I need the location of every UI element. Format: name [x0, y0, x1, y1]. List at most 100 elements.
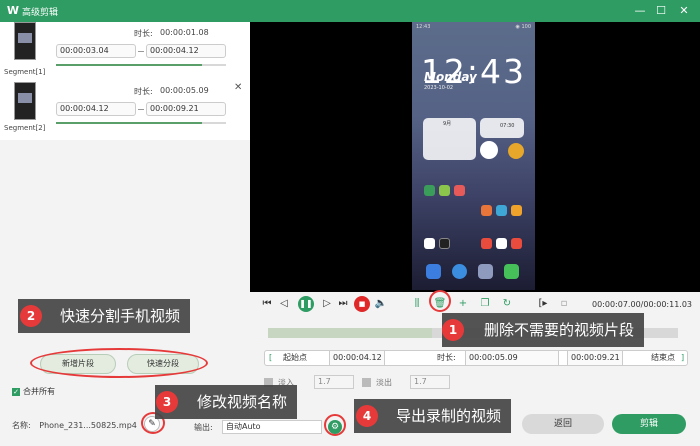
- start-bracket-icon: [: [269, 353, 273, 362]
- calendar-widget: 9月: [423, 118, 476, 160]
- skip-start-icon[interactable]: ⏮: [260, 297, 274, 311]
- record-widget: [480, 141, 498, 159]
- fade-in-field[interactable]: 1.7: [314, 375, 354, 389]
- weather-widget: [508, 143, 524, 159]
- callout-delete: 删除不需要的视频片段: [442, 313, 645, 347]
- skip-end-icon[interactable]: ⏭: [336, 297, 350, 311]
- trim-duration-label: 时长:: [437, 353, 456, 362]
- segment-label: Segment[2]: [4, 124, 46, 132]
- phone-status-icons: ◉ 100: [515, 24, 532, 30]
- callout-text: 快速分割手机视频: [60, 307, 181, 325]
- app-icon: [481, 205, 492, 216]
- segment-thumbnail: [14, 82, 36, 120]
- output-label: 输出:: [194, 423, 213, 432]
- calendar-month: 9月: [443, 121, 452, 127]
- end-time-field[interactable]: 00:00:09.21: [567, 351, 623, 365]
- segment-end-time[interactable]: 00:00:04.12: [146, 44, 226, 58]
- callout-text: 删除不需要的视频片段: [484, 321, 635, 339]
- fade-out-checkbox[interactable]: [362, 378, 371, 387]
- callout-number-3: 3: [156, 391, 178, 413]
- segment-item[interactable]: Segment[2] 时长: 00:00:05.09 ✕ 00:00:04.12…: [0, 80, 250, 138]
- remove-segment-icon[interactable]: ✕: [234, 82, 242, 93]
- set-start-button[interactable]: 起始点: [283, 351, 307, 365]
- start-time-field[interactable]: 00:00:04.12: [329, 351, 385, 365]
- set-end-button[interactable]: 结束点: [651, 351, 675, 365]
- total-time: 00:00:11.03: [643, 300, 693, 309]
- app-icon: [496, 238, 507, 249]
- segment-item[interactable]: Segment[1] 时长: 00:00:01.08 00:00:03.04 0…: [0, 22, 250, 80]
- segment-progress: [56, 122, 226, 124]
- pause-button[interactable]: ❚❚: [298, 296, 314, 312]
- callout-split: 快速分割手机视频: [18, 299, 191, 333]
- app-icon: [511, 238, 522, 249]
- widget-clock-time: 07:30: [500, 123, 515, 129]
- callout-number-2: 2: [20, 305, 42, 327]
- clock-widget: 07:30: [480, 118, 524, 138]
- end-bracket-icon: ]: [681, 353, 685, 362]
- callout-number-1: 1: [442, 319, 464, 341]
- trim-row: [ 起始点 00:00:04.12 时长: 00:00:05.09 00:00:…: [264, 350, 688, 366]
- split-highlight-ring: [30, 348, 208, 378]
- stop-button[interactable]: ■: [354, 296, 370, 312]
- file-name: Phone_231...50825.mp4: [39, 421, 137, 430]
- fade-out-field[interactable]: 1.7: [410, 375, 450, 389]
- phone-date: 2023-10-02: [424, 85, 454, 91]
- app-icon: [424, 185, 435, 196]
- phone-app-icon: [426, 264, 441, 279]
- merge-all-row[interactable]: ✓ 合并所有: [12, 386, 55, 397]
- time-separator: [138, 51, 144, 52]
- callout-text: 导出录制的视频: [396, 407, 502, 425]
- phone-screen: 12:43 ◉ 100 12:43 Monday 2023-10-02 9月 0…: [412, 22, 535, 290]
- title-bar: W 高级剪辑 — ☐ ✕: [0, 0, 700, 22]
- segment-progress: [56, 64, 226, 66]
- app-icon: [439, 238, 450, 249]
- delete-highlight-ring: [429, 290, 451, 312]
- camera-app-icon: [478, 264, 493, 279]
- back-button[interactable]: 返回: [522, 414, 604, 434]
- trim-duration-field: 00:00:05.09: [465, 351, 559, 365]
- add-icon[interactable]: +: [456, 297, 470, 311]
- segment-end-time[interactable]: 00:00:09.21: [146, 102, 226, 116]
- set-end-icon[interactable]: ▫: [557, 297, 571, 311]
- segment-duration: 00:00:05.09: [160, 86, 209, 95]
- close-button[interactable]: ✕: [676, 3, 692, 19]
- volume-icon[interactable]: 🔈: [374, 297, 388, 311]
- segment-thumbnail: [14, 22, 36, 60]
- set-start-icon[interactable]: [▸: [536, 297, 550, 311]
- settings-highlight-ring: [324, 414, 346, 436]
- time-separator: [138, 109, 144, 110]
- phone-day: Monday: [424, 70, 477, 84]
- segment-start-time[interactable]: 00:00:04.12: [56, 102, 136, 116]
- time-readout: 00:00:07.00/00:00:11.03: [592, 300, 692, 309]
- current-time: 00:00:07.00: [592, 300, 641, 309]
- app-icon: [496, 205, 507, 216]
- wechat-app-icon: [504, 264, 519, 279]
- name-row: 名称: Phone_231...50825.mp4: [12, 420, 137, 431]
- segment-duration-label: 时长:: [134, 29, 153, 38]
- merge-all-checkbox[interactable]: ✓: [12, 387, 20, 396]
- reset-icon[interactable]: ↻: [500, 297, 514, 311]
- step-back-icon[interactable]: ◁: [277, 297, 291, 311]
- step-forward-icon[interactable]: ▷: [320, 297, 334, 311]
- fade-out-label: 淡出: [376, 378, 392, 387]
- callout-text: 修改视频名称: [197, 393, 288, 411]
- maximize-button[interactable]: ☐: [653, 3, 669, 19]
- callout-number-4: 4: [356, 405, 378, 427]
- copy-icon[interactable]: ❐: [478, 297, 492, 311]
- minimize-button[interactable]: —: [632, 3, 648, 19]
- split-icon[interactable]: ⫼: [410, 297, 424, 311]
- merge-all-label: 合并所有: [23, 387, 55, 396]
- browser-app-icon: [452, 264, 467, 279]
- name-label: 名称:: [12, 421, 31, 430]
- segment-start-time[interactable]: 00:00:03.04: [56, 44, 136, 58]
- segment-duration: 00:00:01.08: [160, 28, 209, 37]
- app-icon: [424, 238, 435, 249]
- app-icon: [481, 238, 492, 249]
- window-title: 高级剪辑: [22, 8, 59, 18]
- cut-button[interactable]: 剪辑: [612, 414, 686, 434]
- app-icon: [439, 185, 450, 196]
- app-icon: [511, 205, 522, 216]
- output-select[interactable]: 自动Auto: [222, 420, 322, 434]
- segment-panel: Segment[1] 时长: 00:00:01.08 00:00:03.04 0…: [0, 22, 250, 446]
- app-icon: [454, 185, 465, 196]
